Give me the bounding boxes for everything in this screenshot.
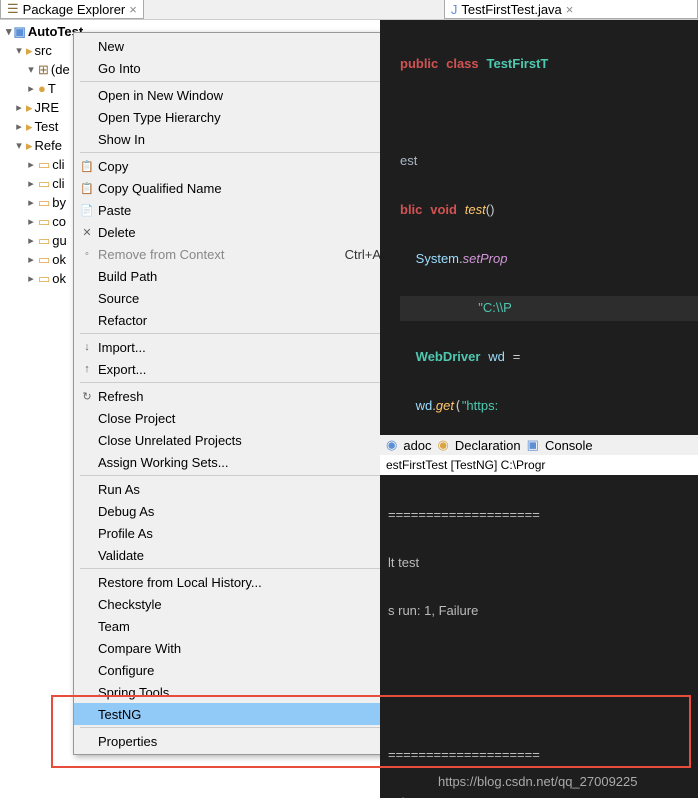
expand-icon[interactable]: ▾: [14, 44, 24, 57]
menu-item-icon: 📋: [76, 182, 98, 195]
tree-item[interactable]: ▸▭co: [0, 212, 80, 231]
jar-icon: ▭: [38, 157, 50, 173]
menu-item-icon: ✕: [76, 226, 98, 239]
editor-tab-label: TestFirstTest.java: [461, 2, 561, 17]
tree-label: ok: [52, 252, 66, 267]
expand-icon[interactable]: ▸: [26, 234, 36, 247]
jar-icon: ▭: [38, 195, 50, 211]
expand-icon[interactable]: ▸: [26, 272, 36, 285]
package-explorer-title: Package Explorer: [23, 2, 126, 17]
javadoc-icon: ◉: [386, 437, 397, 453]
folder-icon: ▸: [26, 119, 33, 135]
menu-item-label: Properties: [98, 734, 408, 749]
menu-item-label: Refactor: [98, 313, 398, 328]
tree-item[interactable]: ▾▸src: [0, 41, 80, 60]
tab-declaration[interactable]: Declaration: [455, 438, 521, 453]
console-status: estFirstTest [TestNG] C:\Progr: [380, 455, 698, 475]
console-icon: ▣: [527, 437, 539, 453]
tree-item[interactable]: ▾▸Refe: [0, 136, 80, 155]
expand-icon[interactable]: ▸: [14, 101, 24, 114]
project-icon: ▣: [14, 24, 26, 40]
watermark: https://blog.csdn.net/qq_27009225: [438, 774, 638, 789]
menu-item-icon: ↓: [76, 341, 98, 353]
menu-item-label: Source: [98, 291, 397, 306]
project-tree[interactable]: ▾ ▣ AutoTest ▾▸src▾⊞(de▸●T▸▸JRE▸▸Test▾▸R…: [0, 20, 80, 290]
menu-item-label: Show In: [98, 132, 393, 147]
package-explorer-tab[interactable]: ☰ Package Explorer ×: [0, 0, 144, 19]
jar-icon: ▭: [38, 214, 50, 230]
expand-icon[interactable]: ▸: [26, 177, 36, 190]
expand-icon[interactable]: ▸: [14, 120, 24, 133]
jar-icon: ▭: [38, 233, 50, 249]
tree-item[interactable]: ▸▭cli: [0, 155, 80, 174]
tab-console[interactable]: Console: [545, 438, 593, 453]
menu-item-label: Paste: [98, 203, 426, 218]
tree-label: co: [52, 214, 66, 229]
tree-item[interactable]: ▸▭gu: [0, 231, 80, 250]
menu-item-icon: 📄: [76, 204, 98, 217]
menu-item-label: Delete: [98, 225, 424, 240]
java-file-icon: J: [451, 2, 458, 17]
expand-icon[interactable]: ▾: [26, 63, 36, 76]
tree-label: by: [52, 195, 66, 210]
jar-icon: ▭: [38, 252, 50, 268]
declaration-icon: ◉: [438, 437, 449, 453]
tree-label: ok: [52, 271, 66, 286]
expand-icon[interactable]: ▾: [6, 25, 12, 38]
menu-item-icon: ↻: [76, 390, 98, 403]
expand-icon[interactable]: ▸: [26, 158, 36, 171]
close-icon[interactable]: ×: [566, 2, 574, 17]
tree-item[interactable]: ▸▸Test: [0, 117, 80, 136]
tree-item[interactable]: ▸▸JRE: [0, 98, 80, 117]
tree-label: T: [48, 81, 56, 96]
expand-icon[interactable]: ▸: [26, 215, 36, 228]
expand-icon[interactable]: ▸: [26, 196, 36, 209]
folder-icon: ▸: [26, 100, 33, 116]
tab-javadoc[interactable]: adoc: [403, 438, 431, 453]
tree-label: (de: [51, 62, 70, 77]
tree-label: cli: [52, 157, 64, 172]
package-icon: ☰: [7, 1, 19, 17]
close-icon[interactable]: ×: [129, 2, 137, 17]
tree-label: Test: [35, 119, 59, 134]
tree-item[interactable]: ▸▭cli: [0, 174, 80, 193]
menu-item-label: Copy: [98, 159, 425, 174]
menu-item-icon: 📋: [76, 160, 98, 173]
tree-label: JRE: [35, 100, 60, 115]
folder-icon: ▸: [26, 43, 33, 59]
tree-item[interactable]: ▸▭ok: [0, 269, 80, 288]
menu-item-label: Remove from Context: [98, 247, 345, 262]
tree-item[interactable]: ▾⊞(de: [0, 60, 80, 79]
menu-item-icon: ↑: [76, 363, 98, 375]
tree-item[interactable]: ▸●T: [0, 79, 80, 98]
expand-icon[interactable]: ▸: [26, 253, 36, 266]
tree-label: gu: [52, 233, 66, 248]
tree-project-root[interactable]: ▾ ▣ AutoTest: [0, 22, 80, 41]
tree-item[interactable]: ▸▭ok: [0, 250, 80, 269]
cls-icon: ●: [38, 81, 46, 96]
folder-icon: ▸: [26, 138, 33, 154]
jar-icon: ▭: [38, 176, 50, 192]
tree-label: src: [35, 43, 52, 58]
tree-label: Refe: [35, 138, 62, 153]
expand-icon[interactable]: ▾: [14, 139, 24, 152]
editor-tab[interactable]: J TestFirstTest.java ×: [444, 0, 698, 19]
bottom-tabs[interactable]: ◉ adoc ◉ Declaration ▣ Console: [380, 435, 698, 455]
console-output[interactable]: ==================== lt test s run: 1, F…: [380, 475, 698, 798]
pkg-icon: ⊞: [38, 62, 49, 78]
expand-icon[interactable]: ▸: [26, 82, 36, 95]
menu-item-icon: ◦: [76, 248, 98, 260]
tree-label: cli: [52, 176, 64, 191]
jar-icon: ▭: [38, 271, 50, 287]
code-editor[interactable]: public class TestFirstT est blic void te…: [380, 20, 698, 435]
tree-item[interactable]: ▸▭by: [0, 193, 80, 212]
